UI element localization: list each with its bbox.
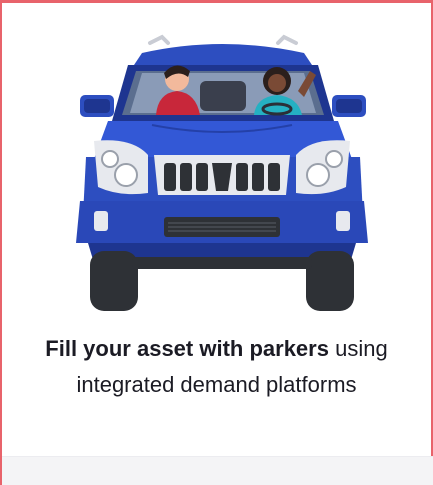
- feature-card: Fill your asset with parkers using integ…: [0, 0, 433, 485]
- car-illustration-icon: [76, 34, 368, 311]
- caption-bold-text: Fill your asset with parkers: [45, 336, 329, 361]
- card-footer-strip: [2, 456, 433, 485]
- feature-caption: Fill your asset with parkers using integ…: [20, 331, 413, 403]
